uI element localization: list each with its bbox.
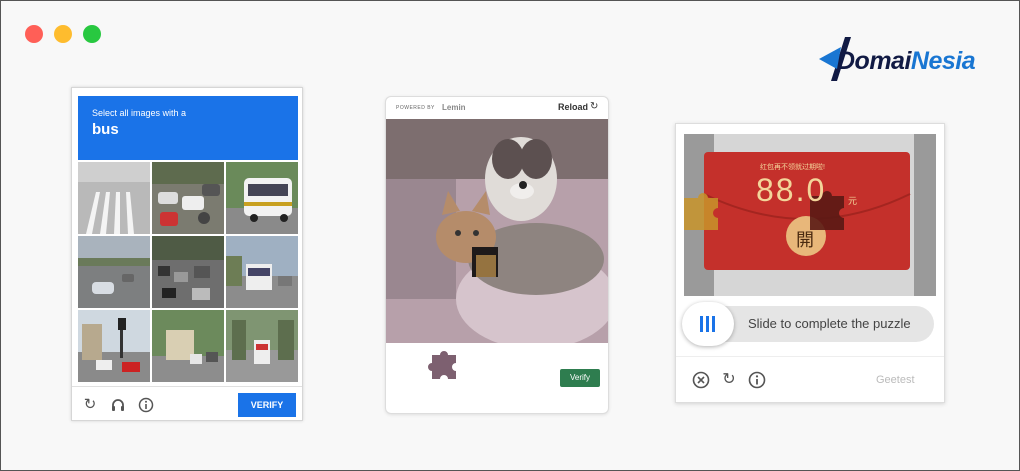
recaptcha-target: bus [92, 121, 119, 138]
info-icon[interactable] [748, 371, 766, 389]
reload-icon[interactable]: ↻ [82, 397, 98, 413]
recaptcha-tile[interactable] [226, 236, 298, 308]
close-icon[interactable] [692, 371, 710, 389]
brand-logo: DomaiNesia [817, 37, 987, 83]
geetest-brand: Geetest [876, 374, 915, 386]
audio-icon[interactable] [110, 397, 126, 413]
logo-text-part2: Nesia [910, 47, 976, 75]
geetest-banner-text: 红包再不领就过期啦! [760, 164, 825, 171]
window-minimize-button[interactable] [54, 25, 72, 43]
recaptcha-tile[interactable] [78, 162, 150, 234]
recaptcha-tile[interactable] [152, 162, 224, 234]
geetest-widget: 红包再不领就过期啦! 88.0 元 開 Slide to complete th… [675, 123, 945, 403]
verify-button[interactable]: Verify [560, 369, 600, 387]
slider-handle[interactable] [682, 302, 734, 346]
info-icon[interactable] [138, 397, 154, 413]
puzzle-image: 红包再不领就过期啦! 88.0 元 開 [684, 134, 936, 296]
recaptcha-header: Select all images with a bus [78, 96, 298, 160]
lemin-widget: POWERED BY Lemin Reload ↻ Verify [385, 96, 609, 414]
slider-track[interactable]: Slide to complete the puzzle [682, 302, 934, 346]
recaptcha-widget: Select all images with a bus ↻ VERIFY [71, 87, 303, 421]
verify-button[interactable]: VERIFY [238, 393, 296, 417]
geetest-amount: 88.0 [756, 172, 827, 208]
geetest-footer: ↻ Geetest [676, 356, 944, 402]
recaptcha-tile[interactable] [78, 310, 150, 382]
slider-label: Slide to complete the puzzle [748, 316, 911, 331]
recaptcha-instruction: Select all images with a [92, 108, 187, 118]
recaptcha-tile[interactable] [226, 162, 298, 234]
grip-icon [700, 316, 715, 332]
powered-by-label: POWERED BY [396, 105, 435, 111]
app-window: DomaiNesia Select all images with a bus [0, 0, 1020, 471]
window-maximize-button[interactable] [83, 25, 101, 43]
window-close-button[interactable] [25, 25, 43, 43]
recaptcha-tile[interactable] [78, 236, 150, 308]
logo-text-part1: Domai [837, 47, 911, 75]
recaptcha-tile[interactable] [226, 310, 298, 382]
reload-button[interactable]: Reload [558, 102, 588, 112]
puzzle-image [386, 119, 608, 343]
recaptcha-image-grid [78, 162, 298, 382]
lemin-brand: Lemin [442, 103, 466, 112]
recaptcha-footer: ↻ VERIFY [72, 386, 302, 420]
puzzle-piece[interactable] [426, 349, 462, 385]
refresh-icon[interactable]: ↻ [720, 371, 738, 389]
logo-text: DomaiNesia [837, 47, 976, 76]
recaptcha-tile[interactable] [152, 236, 224, 308]
geetest-open-char: 開 [796, 230, 814, 250]
reload-icon[interactable]: ↻ [590, 101, 598, 112]
recaptcha-tile[interactable] [152, 310, 224, 382]
lemin-header: POWERED BY Lemin Reload ↻ [386, 97, 608, 119]
geetest-currency: 元 [848, 196, 858, 206]
